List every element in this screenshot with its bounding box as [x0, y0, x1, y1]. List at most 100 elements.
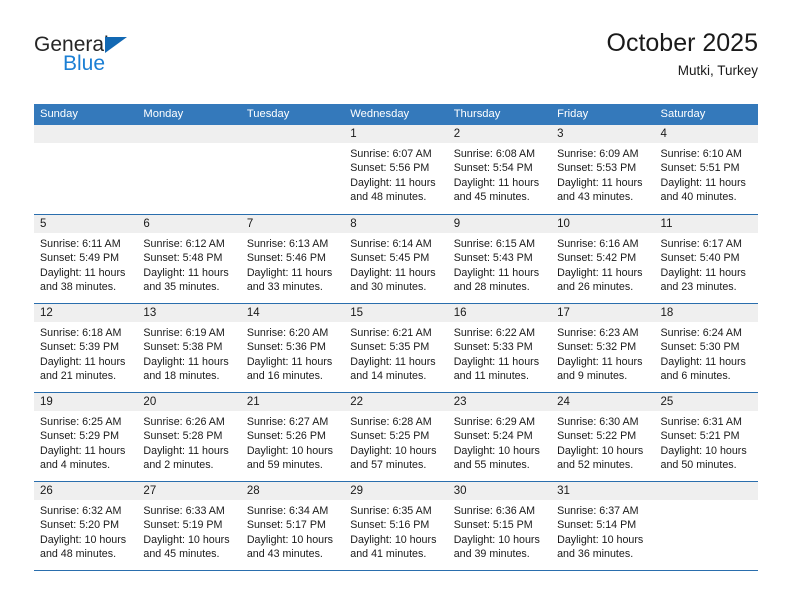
calendar-day-cell[interactable]: 5 Sunrise: 6:11 AM Sunset: 5:49 PM Daylight…: [34, 215, 138, 303]
calendar-day-cell[interactable]: 15 Sunrise: 6:21 AM Sunset: 5:35 PM Dayligh…: [344, 304, 448, 392]
day-detail-line: and 11 minutes.: [453, 370, 529, 383]
calendar-day-cell[interactable]: 20 Sunrise: 6:26 AM Sunset: 5:28 PM Dayligh…: [137, 393, 241, 481]
calendar-day-cell-empty: [240, 125, 345, 214]
day-number: 18: [654, 304, 758, 322]
day-detail-line: Sunrise: 6:21 AM: [350, 327, 432, 339]
calendar-bottom-rule: [34, 570, 758, 571]
day-detail-line: Sunset: 5:15 PM: [453, 519, 533, 532]
calendar-day-cell[interactable]: 8 Sunrise: 6:14 AM Sunset: 5:45 PM Daylight…: [344, 215, 448, 303]
day-detail-line: and 6 minutes.: [660, 370, 731, 383]
day-detail-line: and 43 minutes.: [557, 191, 634, 204]
day-detail-line: and 9 minutes.: [557, 370, 628, 383]
weekday-header-wednesday: Wednesday: [350, 108, 410, 120]
day-details: Sunrise: 6:14 AM Sunset: 5:45 PM Daylight:…: [344, 233, 447, 295]
calendar-day-cell[interactable]: 22 Sunrise: 6:28 AM Sunset: 5:25 PM Dayligh…: [344, 393, 448, 481]
day-number: 13: [137, 304, 241, 322]
calendar-day-cell[interactable]: 13 Sunrise: 6:19 AM Sunset: 5:38 PM Dayligh…: [137, 304, 241, 392]
day-number: [654, 482, 758, 500]
calendar-day-cell[interactable]: 4 Sunrise: 6:10 AM Sunset: 5:51 PM Daylight…: [654, 125, 758, 214]
day-number: 26: [34, 482, 138, 500]
calendar-grid: Sunday Monday Tuesday Wednesday Thursday Frid…: [34, 104, 758, 571]
day-details: Sunrise: 6:28 AM Sunset: 5:25 PM Daylight:…: [344, 411, 447, 473]
calendar-day-cell[interactable]: 6 Sunrise: 6:12 AM Sunset: 5:48 PM Daylight…: [137, 215, 241, 303]
day-detail-line: Sunset: 5:14 PM: [557, 519, 637, 532]
day-number: 8: [344, 215, 448, 233]
calendar-day-cell[interactable]: 9 Sunrise: 6:15 AM Sunset: 5:43 PM Daylight…: [447, 215, 552, 303]
day-detail-line: Daylight: 11 hours: [40, 266, 126, 279]
day-detail-line: Sunset: 5:35 PM: [350, 341, 430, 354]
day-number: 5: [34, 215, 138, 233]
calendar-day-cell[interactable]: 7 Sunrise: 6:13 AM Sunset: 5:46 PM Daylight…: [240, 215, 345, 303]
calendar-day-cell[interactable]: 19 Sunrise: 6:25 AM Sunset: 5:29 PM Dayligh…: [34, 393, 138, 481]
day-detail-line: Sunset: 5:36 PM: [246, 341, 326, 354]
logo-triangle-icon: [105, 37, 127, 53]
day-detail-line: Sunset: 5:20 PM: [40, 519, 120, 532]
day-number: 30: [447, 482, 552, 500]
day-detail-line: Sunrise: 6:24 AM: [660, 327, 742, 339]
day-detail-line: Sunrise: 6:33 AM: [143, 505, 225, 517]
calendar-day-cell[interactable]: 24 Sunrise: 6:30 AM Sunset: 5:22 PM Dayligh…: [551, 393, 655, 481]
weekday-header-tuesday: Tuesday: [246, 108, 290, 120]
day-detail-line: and 28 minutes.: [453, 281, 530, 294]
day-detail-line: and 41 minutes.: [350, 548, 427, 561]
day-detail-line: Sunrise: 6:27 AM: [246, 416, 329, 428]
calendar-day-cell[interactable]: 2 Sunrise: 6:08 AM Sunset: 5:54 PM Daylight…: [447, 125, 552, 214]
day-details: Sunrise: 6:21 AM Sunset: 5:35 PM Daylight:…: [344, 322, 447, 384]
day-detail-line: Sunrise: 6:29 AM: [453, 416, 536, 428]
day-detail-line: Daylight: 10 hours: [660, 444, 747, 457]
day-detail-line: and 26 minutes.: [557, 281, 634, 294]
calendar-day-cell[interactable]: 1 Sunrise: 6:07 AM Sunset: 5:56 PM Daylight…: [344, 125, 448, 214]
calendar-day-cell[interactable]: 3 Sunrise: 6:09 AM Sunset: 5:53 PM Daylight…: [551, 125, 655, 214]
day-detail-line: Sunset: 5:39 PM: [40, 341, 120, 354]
day-detail-line: and 45 minutes.: [453, 191, 530, 204]
calendar-day-cell[interactable]: 18 Sunrise: 6:24 AM Sunset: 5:30 PM Dayligh…: [654, 304, 758, 392]
calendar-day-cell[interactable]: 14 Sunrise: 6:20 AM Sunset: 5:36 PM Dayligh…: [240, 304, 345, 392]
day-detail-line: and 38 minutes.: [40, 281, 117, 294]
calendar-day-cell[interactable]: 21 Sunrise: 6:27 AM Sunset: 5:26 PM Dayligh…: [240, 393, 345, 481]
day-details: Sunrise: 6:15 AM Sunset: 5:43 PM Daylight:…: [448, 233, 551, 295]
calendar-day-cell[interactable]: 17 Sunrise: 6:23 AM Sunset: 5:32 PM Dayligh…: [551, 304, 655, 392]
calendar-day-cell[interactable]: 29 Sunrise: 6:35 AM Sunset: 5:16 PM Dayligh…: [344, 482, 448, 570]
day-details: Sunrise: 6:31 AM Sunset: 5:21 PM Daylight:…: [655, 411, 758, 473]
calendar-day-cell[interactable]: 26 Sunrise: 6:32 AM Sunset: 5:20 PM Dayligh…: [34, 482, 138, 570]
day-detail-line: Daylight: 11 hours: [660, 355, 746, 368]
day-details: Sunrise: 6:18 AM Sunset: 5:39 PM Daylight:…: [34, 322, 137, 384]
day-detail-line: and 16 minutes.: [246, 370, 323, 383]
day-number: 21: [240, 393, 345, 411]
general-blue-logo[interactable]: General Blue: [34, 34, 214, 84]
calendar-day-cell[interactable]: 28 Sunrise: 6:34 AM Sunset: 5:17 PM Dayligh…: [240, 482, 345, 570]
calendar-day-cell[interactable]: 25 Sunrise: 6:31 AM Sunset: 5:21 PM Dayligh…: [654, 393, 758, 481]
day-detail-line: Daylight: 10 hours: [350, 533, 437, 546]
day-detail-line: and 40 minutes.: [660, 191, 737, 204]
calendar-day-cell[interactable]: 31 Sunrise: 6:37 AM Sunset: 5:14 PM Dayligh…: [551, 482, 655, 570]
day-detail-line: Daylight: 11 hours: [350, 266, 436, 279]
day-detail-line: Daylight: 10 hours: [143, 533, 230, 546]
calendar-day-cell[interactable]: 10 Sunrise: 6:16 AM Sunset: 5:42 PM Dayligh…: [551, 215, 655, 303]
day-detail-line: Sunset: 5:30 PM: [660, 341, 740, 354]
day-number: 7: [240, 215, 345, 233]
calendar-day-cell[interactable]: 12 Sunrise: 6:18 AM Sunset: 5:39 PM Dayligh…: [34, 304, 138, 392]
day-detail-line: Sunset: 5:54 PM: [453, 162, 533, 175]
calendar-day-cell[interactable]: 23 Sunrise: 6:29 AM Sunset: 5:24 PM Dayligh…: [447, 393, 552, 481]
day-detail-line: Sunset: 5:21 PM: [660, 430, 740, 443]
day-detail-line: Sunset: 5:22 PM: [557, 430, 637, 443]
calendar-day-cell[interactable]: 27 Sunrise: 6:33 AM Sunset: 5:19 PM Dayligh…: [137, 482, 241, 570]
calendar-week-row: 1 Sunrise: 6:07 AM Sunset: 5:56 PM Daylight…: [34, 125, 758, 214]
day-detail-line: Sunrise: 6:17 AM: [660, 238, 742, 250]
calendar-weeks: 1 Sunrise: 6:07 AM Sunset: 5:56 PM Daylight…: [34, 125, 758, 570]
day-detail-line: and 23 minutes.: [660, 281, 737, 294]
calendar-day-cell[interactable]: 30 Sunrise: 6:36 AM Sunset: 5:15 PM Dayligh…: [447, 482, 552, 570]
day-detail-line: Daylight: 11 hours: [246, 355, 333, 368]
day-detail-line: and 33 minutes.: [246, 281, 323, 294]
calendar-day-cell[interactable]: 11 Sunrise: 6:17 AM Sunset: 5:40 PM Dayligh…: [654, 215, 758, 303]
day-detail-line: Sunrise: 6:11 AM: [40, 238, 121, 250]
day-number: 14: [240, 304, 345, 322]
day-detail-line: and 59 minutes.: [246, 459, 323, 472]
day-detail-line: Daylight: 10 hours: [453, 444, 540, 457]
day-detail-line: Daylight: 10 hours: [246, 533, 333, 546]
day-detail-line: Daylight: 11 hours: [143, 266, 229, 279]
day-detail-line: Daylight: 11 hours: [246, 266, 333, 279]
day-detail-line: Sunset: 5:33 PM: [453, 341, 533, 354]
day-detail-line: and 35 minutes.: [143, 281, 220, 294]
calendar-day-cell[interactable]: 16 Sunrise: 6:22 AM Sunset: 5:33 PM Dayligh…: [447, 304, 552, 392]
